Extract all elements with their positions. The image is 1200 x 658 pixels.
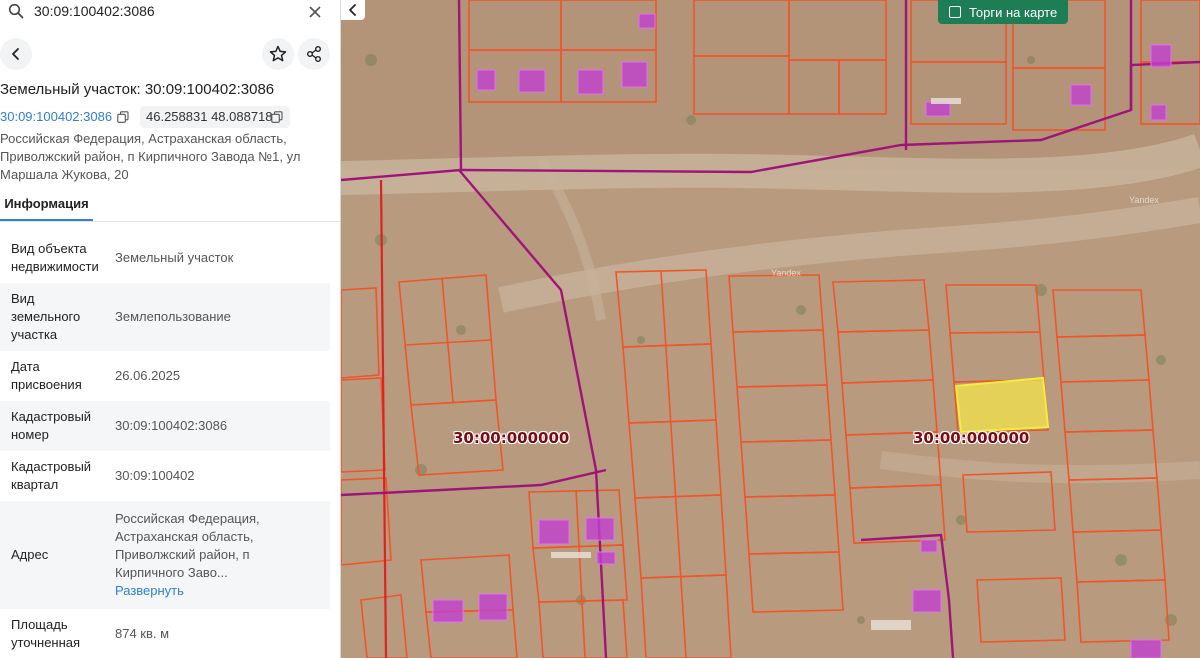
- info-row-value: Землепользование: [115, 309, 231, 324]
- search-icon: [8, 3, 24, 19]
- favorite-button[interactable]: [262, 38, 294, 70]
- info-row-value: Земельный участок: [115, 250, 234, 265]
- info-row-key: Вид объекта недвижимости: [11, 241, 99, 274]
- tab-label: Информация: [4, 196, 89, 211]
- address-value: Российская Федерация, Астраханская облас…: [115, 511, 260, 580]
- info-row-value: 30:09:100402:3086: [115, 418, 228, 433]
- close-icon[interactable]: [307, 4, 323, 20]
- map-view[interactable]: Торги на карте 30:00:000000 30:00:000000…: [341, 0, 1200, 658]
- chevron-left-icon: [349, 4, 356, 16]
- coordinates-badge: 46.258831 48.088718: [140, 106, 290, 128]
- star-icon: [269, 45, 287, 62]
- chevron-left-icon: [12, 48, 19, 60]
- info-row: Кадастровый квартал 30:09:100402: [0, 451, 330, 501]
- auction-toggle-label: Торги на карте: [969, 4, 1058, 20]
- info-row-key: Кадастровый квартал: [11, 459, 92, 492]
- identifier-row: 30:09:100402:3086 46.258831 48.088718: [0, 106, 340, 128]
- info-row: Площадь уточненная 874 кв. м: [0, 609, 330, 658]
- info-row-key: Кадастровый номер: [11, 409, 92, 442]
- info-row-value: 874 кв. м: [115, 626, 170, 641]
- quarter-label: 30:00:000000: [913, 429, 1030, 447]
- tab-divider: [0, 221, 340, 222]
- copy-coordinates-icon[interactable]: [271, 111, 283, 123]
- copy-icon[interactable]: [117, 111, 129, 123]
- object-panel: Земельный участок: 30:09:100402:3086 30:…: [0, 0, 341, 658]
- info-row-key: Адрес: [11, 547, 49, 562]
- cadastral-number-link[interactable]: 30:09:100402:3086: [0, 109, 112, 124]
- info-row-value: 30:09:100402: [115, 468, 195, 483]
- page-title: Земельный участок: 30:09:100402:3086: [0, 81, 275, 98]
- search-bar: [0, 0, 340, 24]
- share-icon: [307, 46, 321, 62]
- panel-toolbar: [0, 38, 340, 70]
- object-address: Российская Федерация, Астраханская облас…: [0, 131, 301, 182]
- back-button[interactable]: [0, 38, 32, 70]
- info-table: Вид объекта недвижимости Земельный участ…: [0, 233, 330, 658]
- info-row: Вид земельного участка Землепользование: [0, 283, 330, 351]
- checkbox-icon[interactable]: [949, 6, 961, 18]
- info-row: Кадастровый номер 30:09:100402:3086: [0, 401, 330, 451]
- info-row: Адрес Российская Федерация, Астраханская…: [0, 501, 330, 609]
- quarter-label: 30:00:000000: [453, 429, 570, 447]
- info-row-value: Российская Федерация, Астраханская облас…: [115, 510, 330, 600]
- info-row-key: Площадь уточненная: [11, 617, 81, 650]
- coordinates-text: 46.258831 48.088718: [146, 109, 273, 124]
- expand-link[interactable]: Развернуть: [115, 582, 322, 600]
- map-watermark: Yandex: [771, 268, 801, 278]
- collapse-panel-button[interactable]: [341, 0, 365, 20]
- tab-information[interactable]: Информация: [0, 196, 93, 221]
- info-row-value: 26.06.2025: [115, 368, 181, 383]
- auction-toggle[interactable]: Торги на карте: [938, 0, 1068, 24]
- satellite-map[interactable]: [341, 0, 1200, 658]
- info-row-key: Вид земельного участка: [11, 291, 81, 342]
- map-watermark: Yandex: [1129, 195, 1159, 205]
- info-row: Дата присвоения 26.06.2025: [0, 351, 330, 401]
- info-row: Вид объекта недвижимости Земельный участ…: [0, 233, 330, 283]
- search-input[interactable]: [34, 1, 294, 21]
- share-button[interactable]: [298, 38, 330, 70]
- info-row-key: Дата присвоения: [11, 359, 82, 392]
